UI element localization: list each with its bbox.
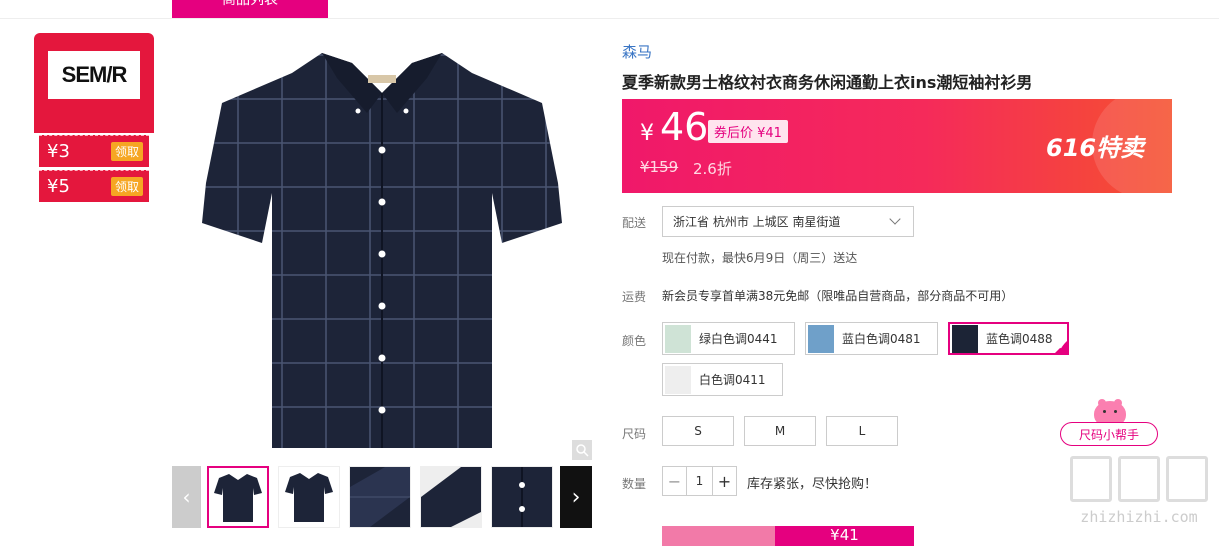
thumbnail[interactable] bbox=[349, 466, 411, 528]
pig-eye bbox=[1103, 410, 1106, 413]
watermark-glyph bbox=[1118, 456, 1160, 502]
thumbnail[interactable] bbox=[207, 466, 269, 528]
coupon-3[interactable]: ¥3 领取 bbox=[39, 135, 149, 167]
price-panel: ¥ 46 券后价 ¥41 ¥159 2.6折 616特卖 bbox=[622, 99, 1172, 193]
size-helper[interactable]: 尺码小帮手 bbox=[1060, 399, 1158, 447]
quantity-stepper[interactable]: − 1 + bbox=[662, 466, 737, 496]
size-label: 尺码 bbox=[622, 427, 647, 441]
address-select[interactable]: 浙江省 杭州市 上城区 南星街道 bbox=[662, 206, 914, 237]
brand-logo[interactable]: SEM/R bbox=[48, 51, 140, 99]
price-currency: ¥ bbox=[640, 121, 654, 146]
original-price: ¥159 bbox=[640, 158, 679, 176]
shirt-image bbox=[202, 53, 562, 448]
coupon-amount: ¥5 bbox=[47, 176, 70, 197]
chevron-down-icon bbox=[889, 213, 901, 225]
size-option-m[interactable]: M bbox=[744, 416, 816, 446]
color-option-blue-selected[interactable]: 蓝色调0488 ✓ bbox=[948, 322, 1069, 355]
quantity-decrease-button[interactable]: − bbox=[663, 467, 686, 495]
product-title: 夏季新款男士格纹衬衣商务休闲通勤上衣ins潮短袖衬衫男 bbox=[622, 73, 1033, 92]
size-option-s[interactable]: S bbox=[662, 416, 734, 446]
promo-sale-tag: 616特卖 bbox=[1046, 134, 1145, 162]
quantity-increase-button[interactable]: + bbox=[713, 467, 736, 495]
quantity-input[interactable]: 1 bbox=[686, 467, 713, 495]
top-nav: 商品列表 bbox=[0, 0, 1219, 19]
watermark-glyph bbox=[1070, 456, 1112, 502]
claim-coupon-button[interactable]: 领取 bbox=[111, 177, 144, 196]
claim-coupon-button[interactable]: 领取 bbox=[111, 142, 144, 161]
color-label: 颜色 bbox=[622, 334, 647, 348]
color-option-white[interactable]: 白色调0411 bbox=[662, 363, 783, 396]
zoom-icon[interactable] bbox=[572, 440, 592, 460]
nav-tab-active[interactable]: 商品列表 bbox=[172, 0, 328, 18]
check-icon: ✓ bbox=[1058, 342, 1066, 352]
pig-eye bbox=[1114, 410, 1117, 413]
brand-card[interactable]: SEM/R bbox=[34, 33, 154, 133]
discount-label: 2.6折 bbox=[693, 160, 732, 178]
size-helper-button[interactable]: 尺码小帮手 bbox=[1060, 422, 1158, 446]
color-option-label: 蓝色调0488 bbox=[986, 332, 1053, 346]
delivery-estimate: 现在付款，最快6月9日（周三）送达 bbox=[662, 251, 858, 265]
thumbnail-prev-button[interactable]: ‹ bbox=[172, 466, 201, 528]
quantity-label: 数量 bbox=[622, 477, 647, 491]
color-swatch bbox=[952, 324, 978, 353]
main-product-image[interactable] bbox=[172, 33, 592, 461]
color-option-blue-white[interactable]: 蓝白色调0481 bbox=[805, 322, 938, 355]
thumbnail-next-button[interactable]: › bbox=[560, 466, 592, 528]
watermark-url: zhizhizhi.com bbox=[1080, 508, 1198, 526]
delivery-label: 配送 bbox=[622, 216, 647, 230]
watermark-glyph bbox=[1166, 456, 1208, 502]
shipping-label: 运费 bbox=[622, 290, 647, 304]
add-to-cart-button[interactable] bbox=[662, 526, 775, 546]
coupon-5[interactable]: ¥5 领取 bbox=[39, 170, 149, 202]
color-swatch bbox=[665, 365, 691, 394]
stock-warning: 库存紧张，尽快抢购！ bbox=[747, 477, 878, 492]
thumbnail[interactable] bbox=[491, 466, 553, 528]
after-coupon-price: 券后价 ¥41 bbox=[708, 120, 788, 143]
color-swatch bbox=[665, 324, 691, 353]
nav-divider bbox=[0, 18, 1219, 19]
coupon-amount: ¥3 bbox=[47, 141, 70, 162]
size-option-l[interactable]: L bbox=[826, 416, 898, 446]
watermark: zhizhizhi.com bbox=[1068, 456, 1210, 526]
buy-bar: ¥41 bbox=[662, 526, 914, 546]
price-value: 46 bbox=[660, 105, 709, 149]
thumbnail[interactable] bbox=[420, 466, 482, 528]
color-option-green-white[interactable]: 绿白色调0441 bbox=[662, 322, 795, 355]
address-value: 浙江省 杭州市 上城区 南星街道 bbox=[673, 215, 841, 229]
color-swatch bbox=[808, 324, 834, 353]
buy-now-button[interactable]: ¥41 bbox=[775, 526, 914, 546]
brand-link[interactable]: 森马 bbox=[622, 41, 652, 62]
color-option-label: 白色调0411 bbox=[699, 373, 766, 387]
thumbnail[interactable] bbox=[278, 466, 340, 528]
color-option-label: 绿白色调0441 bbox=[699, 332, 778, 346]
shipping-note: 新会员专享首单满38元免邮（限唯品自营商品，部分商品不可用） bbox=[662, 289, 1014, 303]
color-option-label: 蓝白色调0481 bbox=[842, 332, 921, 346]
